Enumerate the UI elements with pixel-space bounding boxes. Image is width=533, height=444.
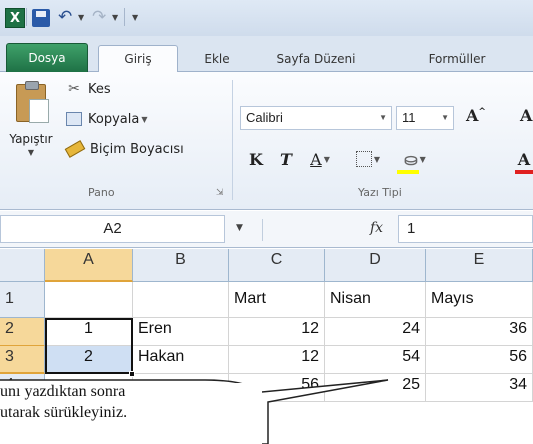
- cell-e4[interactable]: 34: [426, 374, 533, 402]
- cell-d1[interactable]: Nisan: [325, 282, 426, 318]
- undo-dropdown-icon[interactable]: ▼: [78, 5, 84, 29]
- format-painter-button[interactable]: Biçim Boyacısı: [64, 138, 184, 160]
- underline-button[interactable]: A ▼: [302, 146, 338, 172]
- chevron-down-icon[interactable]: ▼: [236, 223, 243, 233]
- select-all-corner[interactable]: [0, 249, 45, 282]
- italic-glyph: T: [280, 149, 292, 169]
- insert-function-icon[interactable]: fx: [370, 220, 383, 236]
- row-header-1[interactable]: 1: [0, 282, 45, 318]
- ribbon-home: Yapıştır ▼ ✂ Kes Kopyala ▼ Biçim Boyacıs…: [0, 72, 533, 210]
- copy-label: Kopyala: [88, 111, 140, 127]
- quick-access-toolbar: X ↶ ▼ ↷ ▼ ▼: [0, 0, 533, 36]
- tab-page-layout[interactable]: Sayfa Düzeni: [256, 45, 376, 72]
- paint-bucket-icon: ⛀: [404, 149, 418, 169]
- cell-e3[interactable]: 56: [426, 346, 533, 374]
- formula-input[interactable]: 1: [398, 215, 533, 243]
- chevron-down-icon[interactable]: ▼: [441, 113, 449, 122]
- tab-home[interactable]: Giriş: [98, 45, 178, 73]
- cell-a3[interactable]: 2: [45, 346, 133, 374]
- row-header-3[interactable]: 3: [0, 346, 45, 374]
- cut-label: Kes: [88, 81, 111, 97]
- cell-a1[interactable]: [45, 282, 133, 318]
- chevron-down-icon[interactable]: ▼: [374, 154, 380, 164]
- redo-icon[interactable]: ↷: [92, 5, 106, 29]
- chevron-down-icon[interactable]: ▼: [141, 115, 147, 124]
- cell-b1[interactable]: [133, 282, 229, 318]
- format-painter-label: Biçim Boyacısı: [90, 141, 184, 157]
- column-header-d[interactable]: D: [325, 249, 426, 282]
- cell-d3[interactable]: 54: [325, 346, 426, 374]
- shrink-font-glyph: A: [520, 106, 533, 125]
- tab-formulas[interactable]: Formüller: [402, 45, 512, 72]
- name-box[interactable]: A2: [0, 215, 225, 243]
- formula-bar-divider: [262, 219, 263, 241]
- callout-text: unı yazdıktan sonra utarak sürükleyiniz.: [0, 381, 262, 423]
- cell-c3[interactable]: 12: [229, 346, 325, 374]
- cell-d4[interactable]: 25: [325, 374, 426, 402]
- cell-e2[interactable]: 36: [426, 318, 533, 346]
- column-header-b[interactable]: B: [133, 249, 229, 282]
- qat-divider: [124, 8, 125, 26]
- underline-glyph: A: [310, 149, 322, 169]
- copy-button[interactable]: Kopyala ▼: [66, 108, 147, 130]
- borders-button[interactable]: ▼: [348, 146, 388, 172]
- tab-file[interactable]: Dosya: [6, 43, 88, 72]
- qat-divider: [26, 8, 27, 26]
- group-divider: [232, 80, 233, 200]
- undo-icon[interactable]: ↶: [58, 5, 72, 29]
- column-header-a[interactable]: A: [45, 249, 133, 282]
- column-header-e[interactable]: E: [426, 249, 533, 282]
- shrink-font-button[interactable]: A: [520, 106, 532, 125]
- bold-button[interactable]: K: [244, 146, 268, 172]
- cell-b3[interactable]: Hakan: [133, 346, 229, 374]
- borders-icon: [355, 151, 372, 167]
- formula-bar: A2 ▼ fx 1: [0, 211, 533, 248]
- copy-icon: [66, 112, 82, 126]
- callout-line-1: unı yazdıktan sonra: [0, 383, 126, 400]
- italic-button[interactable]: T: [274, 146, 298, 172]
- clipboard-icon: [16, 81, 49, 123]
- clipboard-group-label: Pano: [88, 186, 115, 199]
- excel-icon[interactable]: X: [5, 8, 25, 28]
- chevron-down-icon[interactable]: ▼: [324, 155, 330, 164]
- paintbrush-icon: [64, 140, 86, 158]
- ribbon-tabs: Dosya Giriş Ekle Sayfa Düzeni Formüller: [0, 36, 533, 73]
- font-name-select[interactable]: Calibri ▼: [240, 106, 392, 130]
- font-group-label: Yazı Tipi: [358, 186, 402, 199]
- font-size-select[interactable]: 11 ▼: [396, 106, 454, 130]
- cell-a2[interactable]: 1: [45, 318, 133, 346]
- cell-e1[interactable]: Mayıs: [426, 282, 533, 318]
- grow-font-glyph: A: [466, 106, 479, 125]
- chevron-down-icon[interactable]: ▼: [4, 148, 58, 157]
- tab-insert[interactable]: Ekle: [186, 45, 248, 72]
- font-color-glyph: A: [517, 149, 531, 169]
- font-name-value: Calibri: [246, 110, 283, 125]
- fill-handle[interactable]: [129, 371, 135, 377]
- cell-b2[interactable]: Eren: [133, 318, 229, 346]
- save-icon[interactable]: [32, 9, 50, 27]
- fill-color-swatch: [397, 170, 419, 174]
- row-header-2[interactable]: 2: [0, 318, 45, 346]
- fill-color-button[interactable]: ⛀ ▼: [394, 146, 436, 172]
- cell-c2[interactable]: 12: [229, 318, 325, 346]
- callout-line-2: utarak sürükleyiniz.: [0, 404, 128, 421]
- redo-dropdown-icon[interactable]: ▼: [112, 5, 118, 29]
- column-header-c[interactable]: C: [229, 249, 325, 282]
- grow-font-button[interactable]: A^: [466, 106, 486, 125]
- bold-glyph: K: [249, 149, 263, 169]
- paste-button[interactable]: Yapıştır ▼: [4, 80, 58, 170]
- font-color-swatch: [515, 170, 533, 174]
- chevron-down-icon[interactable]: ▼: [379, 113, 387, 122]
- font-size-value: 11: [402, 110, 416, 125]
- customize-qat-icon[interactable]: ▼: [132, 5, 138, 29]
- font-color-button[interactable]: A: [512, 146, 533, 172]
- cut-button[interactable]: ✂ Kes: [64, 78, 111, 100]
- chevron-down-icon[interactable]: ▼: [420, 154, 426, 164]
- cell-c1[interactable]: Mart: [229, 282, 325, 318]
- dialog-launcher-icon[interactable]: ⇲: [216, 182, 224, 204]
- paste-label: Yapıştır: [9, 132, 53, 146]
- cell-d2[interactable]: 24: [325, 318, 426, 346]
- scissors-icon: ✂: [68, 81, 80, 97]
